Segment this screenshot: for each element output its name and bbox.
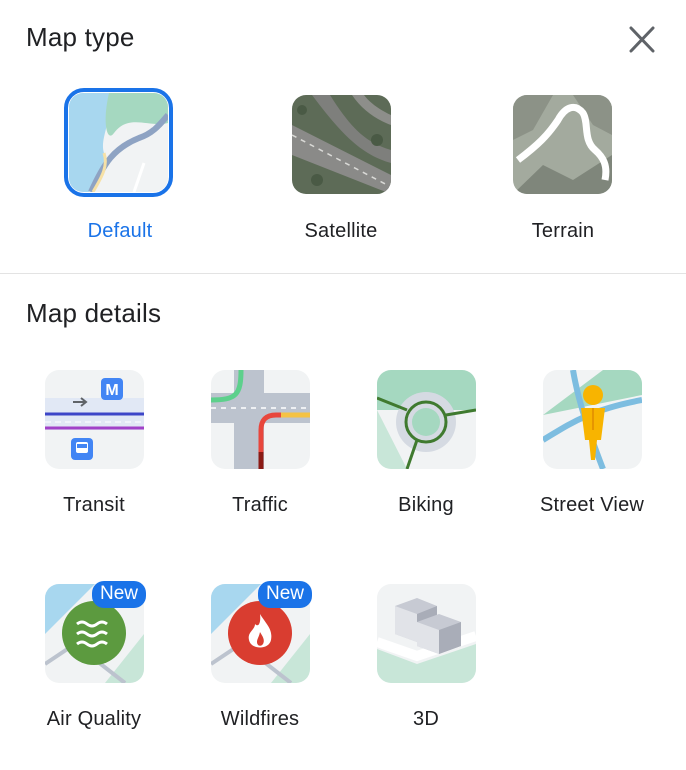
svg-text:M: M: [105, 382, 118, 399]
new-badge: New: [258, 581, 313, 608]
default-map-thumbnail: [69, 93, 168, 192]
detail-label: Wildfires: [220, 708, 300, 730]
close-button[interactable]: [622, 22, 662, 58]
map-type-title: Map type: [26, 22, 135, 52]
detail-label: 3D: [413, 708, 439, 730]
detail-label: Biking: [398, 494, 454, 516]
street-view-thumbnail: [543, 370, 642, 469]
biking-thumbnail: [377, 370, 476, 469]
map-type-label: Terrain: [531, 220, 595, 242]
detail-label: Air Quality: [46, 708, 142, 730]
detail-label: Street View: [539, 494, 645, 516]
transit-thumbnail: M: [45, 370, 144, 469]
map-type-label: Default: [87, 220, 153, 242]
detail-label: Transit: [63, 494, 125, 516]
new-badge: New: [92, 581, 147, 608]
section-divider: [0, 273, 686, 274]
satellite-map-thumbnail: [292, 95, 391, 194]
map-details-title: Map details: [26, 298, 162, 328]
terrain-map-thumbnail: [513, 95, 612, 194]
map-type-label: Satellite: [304, 220, 378, 242]
3d-thumbnail: [377, 584, 476, 683]
traffic-thumbnail: [211, 370, 310, 469]
close-icon: [629, 26, 655, 53]
detail-label: Traffic: [232, 494, 288, 516]
